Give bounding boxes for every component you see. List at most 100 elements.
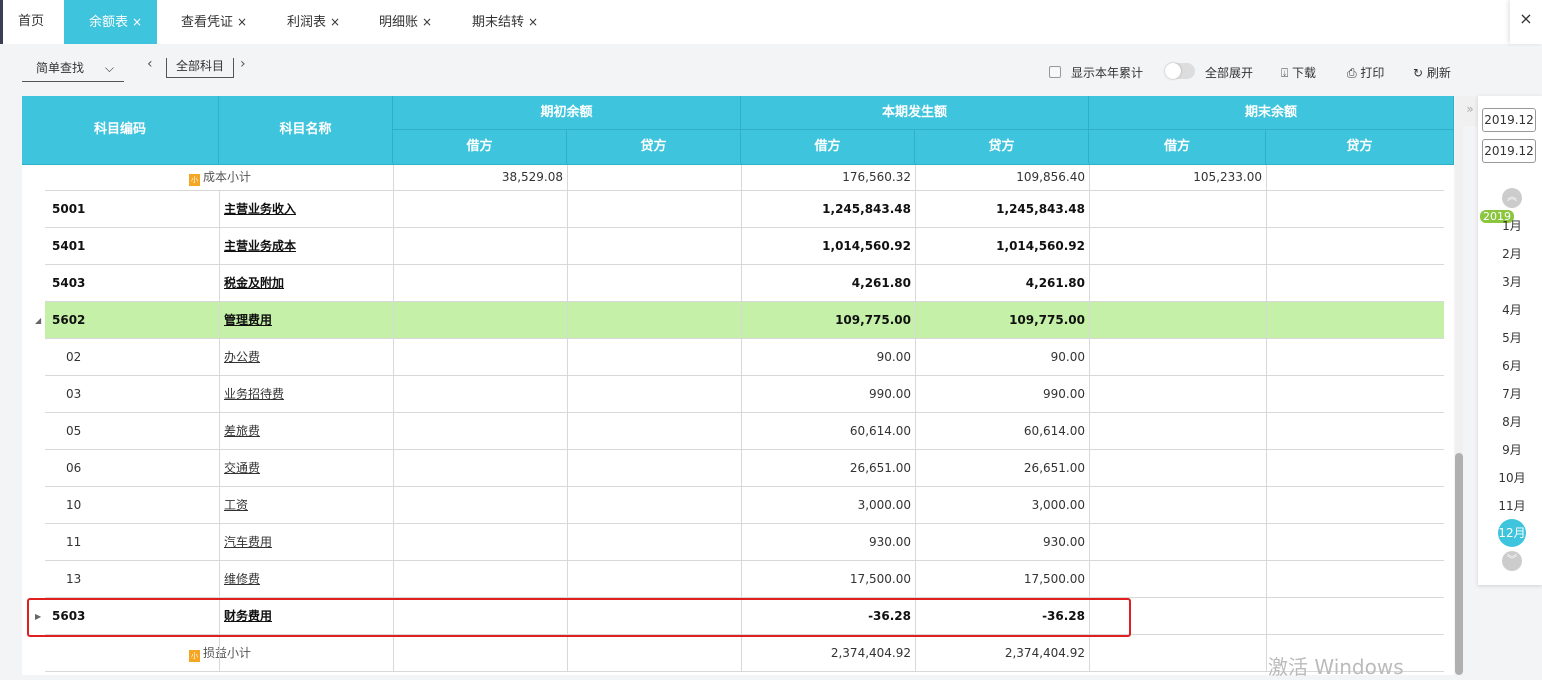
month-11[interactable]: 11月 <box>1498 499 1526 513</box>
close-tab-icon[interactable]: × <box>330 15 340 29</box>
month-9[interactable]: 9月 <box>1498 443 1526 457</box>
prev-arrow-icon[interactable]: ‹ <box>147 56 153 72</box>
cell-amount <box>393 228 567 264</box>
cell-amount <box>1089 413 1266 449</box>
table-row[interactable]: 02 办公费 90.00 90.00 <box>45 339 1444 376</box>
cell-amount: 17,500.00 <box>915 561 1089 597</box>
cell-name[interactable]: 办公费 <box>219 339 393 375</box>
cell-name[interactable]: 业务招待费 <box>219 376 393 412</box>
subject-link[interactable]: 业务招待费 <box>224 387 284 401</box>
cell-amount: 1,245,843.48 <box>915 191 1089 227</box>
cell-amount <box>1266 376 1454 412</box>
month-7[interactable]: 7月 <box>1498 387 1526 401</box>
subject-link[interactable]: 维修费 <box>224 572 260 586</box>
subject-link[interactable]: 主营业务成本 <box>224 239 296 253</box>
close-tab-icon[interactable]: × <box>237 15 247 29</box>
checkbox-icon <box>1049 66 1061 78</box>
next-arrow-icon[interactable]: › <box>240 56 246 72</box>
cell-name[interactable]: 管理费用 <box>219 302 393 338</box>
cell-amount: 26,651.00 <box>915 450 1089 486</box>
cell-amount <box>1089 561 1266 597</box>
cell-name[interactable]: 工资 <box>219 487 393 523</box>
cell-amount: 2,374,404.92 <box>915 635 1089 671</box>
expand-panel-icon[interactable]: » <box>1462 96 1478 126</box>
cell-amount <box>567 524 741 560</box>
vertical-scrollbar[interactable] <box>1455 96 1463 675</box>
month-6[interactable]: 6月 <box>1498 359 1526 373</box>
month-8[interactable]: 8月 <box>1498 415 1526 429</box>
cell-name[interactable]: 主营业务成本 <box>219 228 393 264</box>
month-1[interactable]: 1月 <box>1498 219 1526 233</box>
cell-name[interactable]: 维修费 <box>219 561 393 597</box>
table-row[interactable]: 5001 主营业务收入 1,245,843.48 1,245,843.48 <box>45 191 1444 228</box>
cell-amount <box>1089 302 1266 338</box>
table-row[interactable]: 5403 税金及附加 4,261.80 4,261.80 <box>45 265 1444 302</box>
header-debit: 借方 <box>1089 130 1266 165</box>
month-4[interactable]: 4月 <box>1498 303 1526 317</box>
month-2[interactable]: 2月 <box>1498 247 1526 261</box>
divider <box>219 165 227 190</box>
table-row[interactable]: 5401 主营业务成本 1,014,560.92 1,014,560.92 <box>45 228 1444 265</box>
refresh-label: 刷新 <box>1426 66 1451 80</box>
month-10[interactable]: 10月 <box>1498 471 1526 485</box>
close-tab-icon[interactable]: × <box>132 15 142 29</box>
show-ytd-checkbox[interactable]: 显示本年累计 <box>1049 64 1143 81</box>
cell-name[interactable]: 差旅费 <box>219 413 393 449</box>
table-row[interactable]: 05 差旅费 60,614.00 60,614.00 <box>45 413 1444 450</box>
cell-name[interactable]: 主营业务收入 <box>219 191 393 227</box>
scroll-down-icon[interactable]: ︾ <box>1502 551 1522 571</box>
table-row[interactable]: 10 工资 3,000.00 3,000.00 <box>45 487 1444 524</box>
subject-link[interactable]: 汽车费用 <box>224 535 272 549</box>
tab-1[interactable]: 余额表 × <box>64 0 157 44</box>
cell-amount <box>1266 191 1454 227</box>
tab-2[interactable]: 查看凭证 × <box>181 0 247 44</box>
close-all-tabs-button[interactable]: × <box>1510 0 1542 44</box>
tab-3[interactable]: 利润表 × <box>287 0 340 44</box>
table-row[interactable]: 小损益小计 2,374,404.92 2,374,404.92 <box>45 635 1444 672</box>
scroll-up-icon[interactable]: ︽ <box>1502 188 1522 208</box>
cell-amount <box>1266 302 1454 338</box>
month-5[interactable]: 5月 <box>1498 331 1526 345</box>
subject-link[interactable]: 主营业务收入 <box>224 202 296 216</box>
print-button[interactable]: ⎙ 打印 <box>1347 64 1384 81</box>
cell-amount <box>1089 487 1266 523</box>
scrollbar-thumb[interactable] <box>1455 453 1463 675</box>
download-button[interactable]: ⍗ 下载 <box>1281 64 1316 81</box>
month-3[interactable]: 3月 <box>1498 275 1526 289</box>
subject-link[interactable]: 工资 <box>224 498 248 512</box>
tab-0[interactable]: 首页 <box>18 0 44 44</box>
expand-all-toggle[interactable] <box>1165 63 1195 79</box>
cell-amount: 4,261.80 <box>915 265 1089 301</box>
period-end[interactable]: 2019.12 <box>1482 139 1536 163</box>
table-row[interactable]: 11 汽车费用 930.00 930.00 <box>45 524 1444 561</box>
cell-name[interactable]: 交通费 <box>219 450 393 486</box>
cell-amount: 4,261.80 <box>741 265 915 301</box>
cell-amount <box>1089 635 1266 671</box>
cell-name[interactable]: 汽车费用 <box>219 524 393 560</box>
all-subjects-button[interactable]: 全部科目 <box>166 58 234 78</box>
tab-4[interactable]: 明细账 × <box>379 0 432 44</box>
subject-link[interactable]: 管理费用 <box>224 313 272 327</box>
table-row[interactable]: 小成本小计 38,529.08 176,560.32 109,856.40 105,23… <box>45 165 1444 191</box>
cell-code: 5403 <box>52 276 86 290</box>
toolbar: 简单查找 ⌵ ‹ 全部科目 › 显示本年累计 全部展开 ⍗ 下载 ⎙ 打印 ↻ 刷… <box>0 44 1542 96</box>
cell-amount: 109,856.40 <box>915 165 1089 190</box>
period-start[interactable]: 2019.12 <box>1482 108 1536 132</box>
table-row[interactable]: 03 业务招待费 990.00 990.00 <box>45 376 1444 413</box>
subject-link[interactable]: 交通费 <box>224 461 260 475</box>
month-12[interactable]: 12月 <box>1498 519 1526 547</box>
table-row[interactable]: 06 交通费 26,651.00 26,651.00 <box>45 450 1444 487</box>
subject-link[interactable]: 差旅费 <box>224 424 260 438</box>
table-row[interactable]: ◢ 5602 管理费用 109,775.00 109,775.00 <box>35 302 1444 339</box>
search-mode-dropdown[interactable]: 简单查找 ⌵ <box>22 58 124 82</box>
subject-link[interactable]: 税金及附加 <box>224 276 284 290</box>
close-tab-icon[interactable]: × <box>422 15 432 29</box>
cell-code: 11 <box>66 535 82 549</box>
refresh-button[interactable]: ↻ 刷新 <box>1413 64 1451 81</box>
close-tab-icon[interactable]: × <box>528 15 538 29</box>
cell-name[interactable]: 税金及附加 <box>219 265 393 301</box>
cell-amount <box>1266 165 1454 190</box>
table-row[interactable]: 13 维修费 17,500.00 17,500.00 <box>45 561 1444 598</box>
tab-5[interactable]: 期末结转 × <box>472 0 538 44</box>
subject-link[interactable]: 办公费 <box>224 350 260 364</box>
